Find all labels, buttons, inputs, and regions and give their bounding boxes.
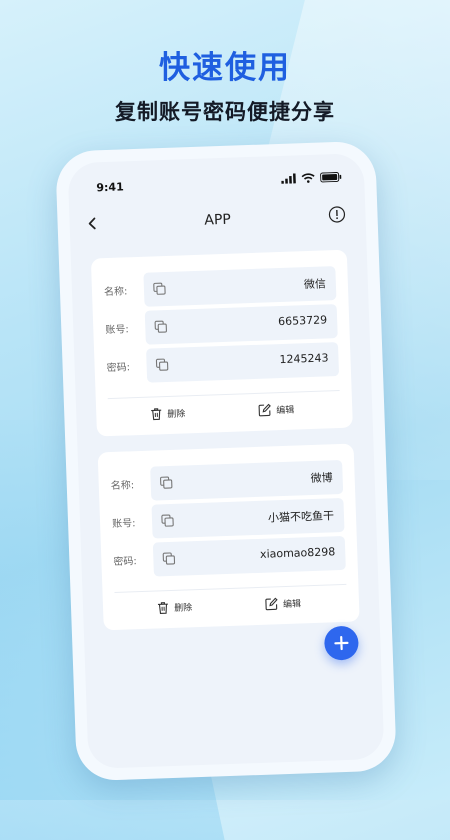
- account-label: 账号:: [111, 518, 136, 531]
- account-label: 账号:: [105, 324, 129, 337]
- edit-label: 编辑: [282, 599, 302, 611]
- edit-label: 编辑: [276, 405, 295, 417]
- account-field[interactable]: 小猫不吃鱼干: [151, 497, 345, 539]
- password-row: 密码: 1245243: [106, 342, 340, 384]
- account-value: 6653729: [277, 313, 328, 329]
- name-label: 名称:: [103, 286, 128, 299]
- account-card: 名称: 微信 账号: 6653729 密码: 1245243 删除 编辑: [90, 249, 353, 437]
- phone-mockup: 9:41 APP 名称: 微信 账号: 6653729 密码: 1245243 …: [55, 140, 397, 782]
- password-value: 1245243: [279, 351, 329, 367]
- card-divider: [107, 389, 340, 400]
- password-value: xiaomao8298: [259, 545, 336, 561]
- copy-icon[interactable]: [159, 476, 173, 489]
- copy-icon[interactable]: [155, 358, 169, 371]
- edit-button[interactable]: 编辑: [265, 596, 302, 611]
- promo-headline: 快速使用: [159, 50, 291, 86]
- plus-icon: [334, 635, 349, 651]
- account-field[interactable]: 6653729: [144, 304, 338, 345]
- delete-label: 删除: [173, 603, 193, 614]
- account-value: 小猫不吃鱼干: [267, 509, 335, 525]
- account-row: 账号: 小猫不吃鱼干: [111, 497, 345, 540]
- password-field[interactable]: 1245243: [146, 342, 340, 383]
- battery-icon: [320, 171, 342, 183]
- name-row: 名称: 微信: [103, 266, 337, 308]
- card-divider: [114, 583, 347, 593]
- account-row: 账号: 6653729: [105, 304, 338, 346]
- delete-button[interactable]: 删除: [157, 600, 192, 614]
- page-title: APP: [204, 211, 232, 229]
- add-account-button[interactable]: [323, 625, 360, 661]
- name-field[interactable]: 微信: [143, 266, 337, 307]
- wifi-icon: [301, 173, 315, 183]
- account-card: 名称: 微博 账号: 小猫不吃鱼干 密码: xiaomao8298 删除 编辑: [97, 443, 360, 631]
- name-label: 名称:: [110, 480, 135, 493]
- status-icons: [281, 171, 342, 184]
- status-time: 9:41: [96, 180, 124, 195]
- edit-icon: [258, 403, 271, 417]
- trash-icon: [157, 602, 168, 614]
- password-label: 密码:: [106, 362, 131, 375]
- copy-icon[interactable]: [161, 514, 174, 527]
- name-row: 名称: 微博: [110, 459, 344, 502]
- name-value: 微博: [310, 471, 333, 486]
- edit-button[interactable]: 编辑: [258, 403, 294, 417]
- name-value: 微信: [303, 277, 327, 292]
- password-row: 密码: xiaomao8298: [113, 535, 346, 578]
- promo-subline: 复制账号密码便捷分享: [115, 100, 335, 124]
- copy-icon[interactable]: [162, 552, 176, 565]
- delete-button[interactable]: 删除: [150, 406, 186, 421]
- app-screen: 9:41 APP 名称: 微信 账号: 6653729 密码: 1245243 …: [67, 153, 385, 769]
- name-field[interactable]: 微博: [150, 459, 344, 501]
- info-icon[interactable]: [328, 206, 346, 224]
- edit-icon: [265, 597, 278, 611]
- password-label: 密码:: [113, 556, 138, 568]
- delete-label: 删除: [167, 409, 186, 421]
- copy-icon[interactable]: [154, 320, 167, 333]
- password-field[interactable]: xiaomao8298: [152, 535, 346, 577]
- signal-icon: [281, 173, 296, 184]
- trash-icon: [151, 408, 162, 421]
- copy-icon[interactable]: [153, 282, 166, 295]
